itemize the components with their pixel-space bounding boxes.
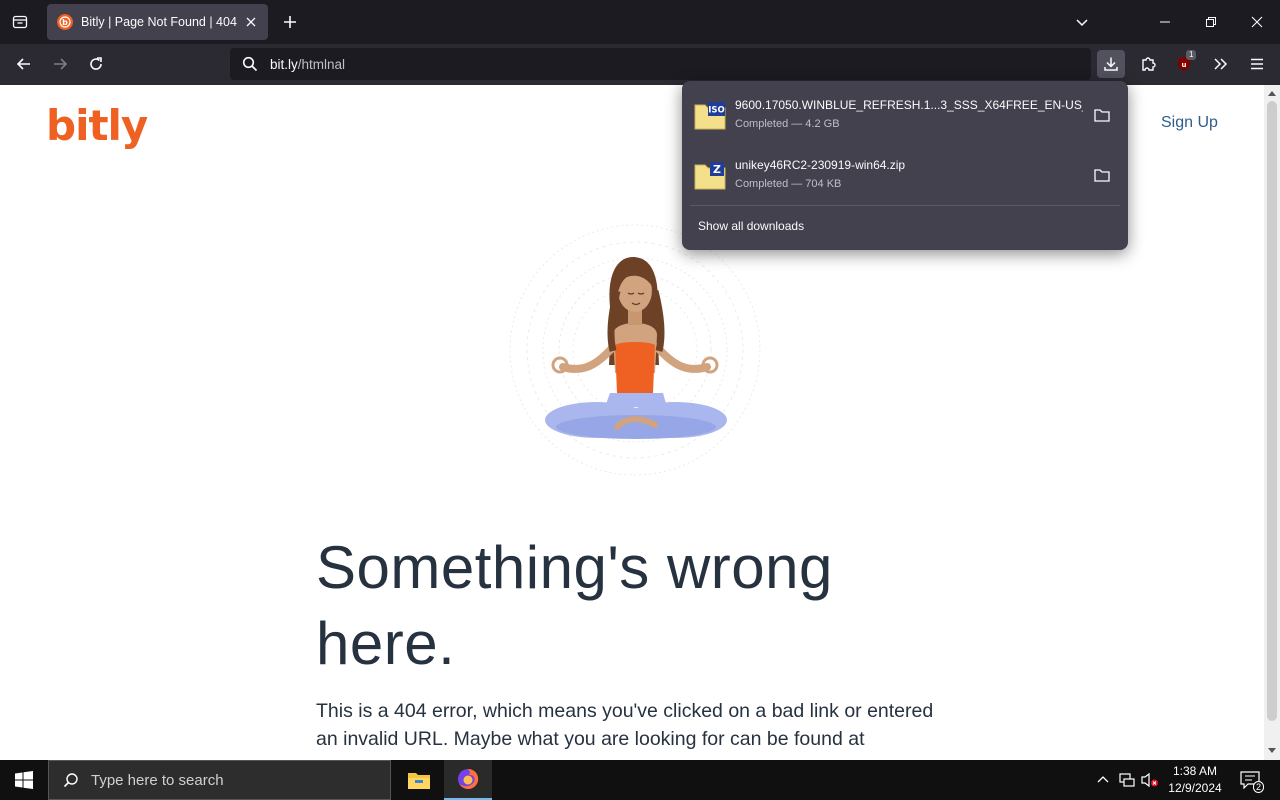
iso-file-icon: ISO (694, 102, 726, 130)
extension-badge: 1 (1186, 50, 1197, 60)
volume-button[interactable] (1140, 770, 1160, 790)
bitly-logo[interactable]: bitly (46, 101, 148, 150)
url-path: /htmlnal (297, 56, 346, 72)
system-clock[interactable]: 1:38 AM 12/9/2024 (1160, 763, 1230, 797)
forward-button[interactable] (46, 50, 74, 78)
ublock-origin-button[interactable]: u 1 (1170, 50, 1198, 78)
volume-muted-icon (1141, 772, 1158, 788)
close-window-button[interactable] (1243, 8, 1271, 36)
download-status: Completed — 4.2 GB (735, 118, 840, 130)
restore-button[interactable] (1197, 8, 1225, 36)
taskbar-search-box[interactable]: Type here to search (48, 760, 391, 800)
url-host: bit.ly (270, 56, 298, 72)
close-tab-icon[interactable] (242, 13, 260, 31)
extensions-button[interactable] (1134, 50, 1162, 78)
search-icon (63, 773, 78, 788)
puzzle-piece-icon (1142, 57, 1156, 71)
hamburger-menu-icon (1251, 58, 1263, 70)
download-status: Completed — 704 KB (735, 178, 842, 190)
tab-title: Bitly | Page Not Found | 404 (81, 15, 237, 29)
firefox-icon (458, 768, 479, 789)
file-explorer-button[interactable] (395, 760, 443, 800)
plus-icon (284, 16, 296, 28)
start-button[interactable] (0, 760, 48, 800)
notification-count: 2 (1252, 781, 1264, 793)
file-explorer-icon (408, 773, 430, 789)
svg-text:u: u (1182, 61, 1187, 69)
chevron-down-icon (1076, 19, 1088, 27)
show-hidden-icons-button[interactable] (1093, 770, 1113, 790)
error-description: This is a 404 error, which means you've … (316, 700, 934, 750)
arrow-right-icon (54, 58, 68, 70)
network-icon (1119, 773, 1135, 787)
zip-file-icon: Z (694, 162, 726, 190)
download-filename: 9600.17050.WINBLUE_REFRESH.1...3_SSS_X64… (735, 98, 1083, 112)
show-all-downloads-button[interactable]: Show all downloads (698, 219, 804, 233)
svg-text:ISO: ISO (708, 106, 725, 116)
downloads-panel: ISO 9600.17050.WINBLUE_REFRESH.1...3_SSS… (682, 81, 1128, 250)
minimize-button[interactable] (1151, 8, 1179, 36)
tab-strip: b Bitly | Page Not Found | 404 (0, 0, 1280, 44)
address-bar[interactable]: bit.ly/htmlnal (230, 48, 1091, 80)
search-placeholder: Type here to search (91, 771, 224, 789)
app-menu-button[interactable] (1243, 50, 1271, 78)
scrollbar-thumb[interactable] (1267, 101, 1277, 721)
navigation-toolbar: bit.ly/htmlnal u 1 (0, 44, 1280, 85)
firefox-view-icon (12, 15, 28, 29)
download-item[interactable]: ISO 9600.17050.WINBLUE_REFRESH.1...3_SSS… (688, 87, 1122, 143)
notifications-button[interactable]: 2 (1238, 770, 1264, 793)
double-chevron-right-icon (1214, 58, 1228, 70)
download-item[interactable]: Z unikey46RC2-230919-win64.zip Completed… (688, 147, 1122, 203)
page-scrollbar[interactable] (1264, 85, 1280, 760)
new-tab-button[interactable] (278, 10, 302, 34)
back-button[interactable] (10, 50, 38, 78)
chevron-up-icon (1097, 776, 1109, 783)
tab-active[interactable]: b Bitly | Page Not Found | 404 (47, 4, 268, 40)
firefox-taskbar-button[interactable] (444, 760, 492, 800)
more-tools-button[interactable] (1206, 50, 1234, 78)
scroll-down-arrow-icon[interactable] (1267, 746, 1277, 756)
windows-logo-icon (15, 771, 33, 789)
download-filename: unikey46RC2-230919-win64.zip (735, 158, 906, 172)
download-icon (1104, 57, 1118, 71)
clock-date: 12/9/2024 (1168, 781, 1222, 795)
reload-icon (90, 57, 102, 70)
open-folder-icon[interactable] (1092, 105, 1112, 125)
error-headline: Something's wrong here. (316, 534, 833, 677)
windows-taskbar: Type here to search 1:38 AM 12/9/2024 2 (0, 760, 1280, 800)
sign-up-link[interactable]: Sign Up (1161, 114, 1218, 132)
bitly-favicon-icon: b (57, 14, 73, 30)
scroll-up-arrow-icon[interactable] (1267, 88, 1277, 98)
close-icon (1251, 16, 1263, 28)
list-all-tabs-button[interactable] (1068, 8, 1096, 36)
svg-text:b: b (62, 18, 68, 27)
reload-button[interactable] (82, 50, 110, 78)
clock-time: 1:38 AM (1172, 764, 1218, 778)
minimize-icon (1160, 21, 1170, 23)
search-icon (230, 56, 270, 72)
divider (690, 205, 1120, 206)
arrow-left-icon (16, 58, 30, 70)
network-button[interactable] (1117, 770, 1137, 790)
downloads-button[interactable] (1097, 50, 1125, 78)
url-text[interactable]: bit.ly/htmlnal (270, 57, 345, 72)
firefox-view-button[interactable] (6, 8, 34, 36)
svg-text:Z: Z (713, 163, 721, 176)
restore-icon (1206, 17, 1216, 27)
open-folder-icon[interactable] (1092, 165, 1112, 185)
